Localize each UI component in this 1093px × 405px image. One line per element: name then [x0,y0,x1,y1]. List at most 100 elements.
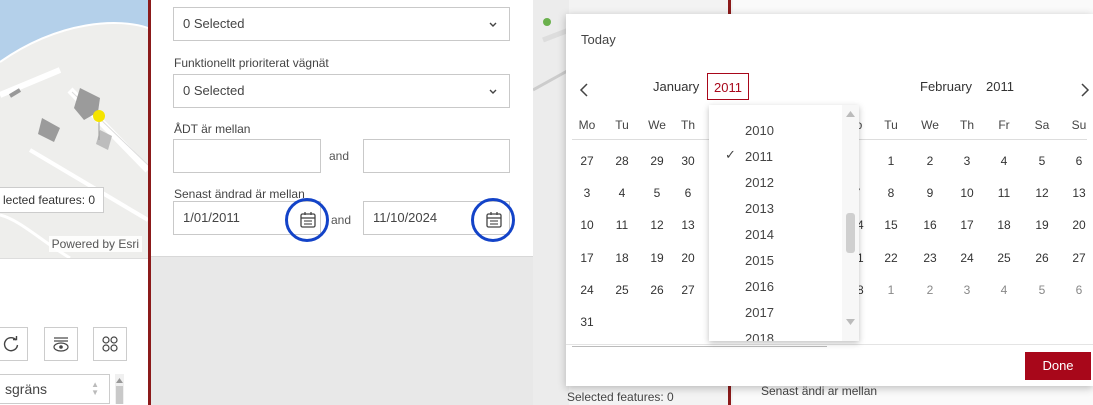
map-marker[interactable] [93,110,105,122]
weekday-header: Th [680,118,695,132]
day-cell[interactable]: 6 [673,186,703,200]
layer-select[interactable]: sgräns ▲ ▼ [0,374,110,404]
day-cell[interactable]: 8 [876,186,906,200]
date-and-label: and [331,213,352,227]
last-modified-label: Senast ändrad är mellan [174,187,305,201]
day-cell[interactable]: 16 [915,218,945,232]
day-cell[interactable]: 2 [915,154,945,168]
day-cell[interactable]: 4 [607,186,637,200]
day-cell[interactable]: 26 [1027,251,1057,265]
left-year-select[interactable]: 2011 [707,73,749,100]
day-cell[interactable]: 3 [952,283,982,297]
day-cell[interactable]: 31 [572,315,602,329]
day-cell[interactable]: 20 [1064,218,1093,232]
day-cell[interactable]: 27 [572,154,602,168]
chevron-right-icon [1081,83,1090,97]
day-cell[interactable]: 5 [642,186,672,200]
left-panel: lected features: 0 Powered by Esri sgrän… [0,0,148,405]
day-cell[interactable]: 3 [572,186,602,200]
chevron-left-icon [579,83,588,97]
day-cell[interactable]: 22 [876,251,906,265]
day-cell[interactable]: 10 [952,186,982,200]
year-option[interactable]: 2010 [745,123,774,138]
day-cell[interactable]: 29 [642,154,672,168]
day-cell[interactable]: 5 [1027,283,1057,297]
day-cell[interactable]: 18 [607,251,637,265]
day-cell[interactable]: 24 [572,283,602,297]
day-cell[interactable]: 10 [572,218,602,232]
day-cell[interactable]: 27 [673,283,703,297]
weekday-header: Tu [615,118,629,132]
right-month-label[interactable]: February [920,79,972,94]
day-cell[interactable]: 24 [952,251,982,265]
today-button[interactable]: Today [581,32,616,47]
day-cell[interactable]: 12 [642,218,672,232]
year-option[interactable]: 2017 [745,305,774,320]
weekday-header: Th [959,118,974,132]
left-month-label[interactable]: January [653,79,699,94]
done-button[interactable]: Done [1025,352,1091,380]
prev-month-button[interactable] [578,82,590,102]
year-dropdown[interactable]: 2010 2011 ✓ 2012 2013 2014 2015 2016 2017 2018 [709,105,859,341]
date-to-value: 11/10/2024 [373,210,438,225]
day-cell[interactable]: 28 [607,154,637,168]
day-cell[interactable]: 25 [607,283,637,297]
day-cell[interactable]: 19 [1027,218,1057,232]
day-cell[interactable]: 11 [607,218,637,232]
year-option[interactable]: 2016 [745,279,774,294]
day-cell[interactable]: 6 [1064,154,1093,168]
divider [0,258,148,259]
weekday-header: Su [1071,118,1087,132]
day-cell[interactable]: 23 [915,251,945,265]
year-option[interactable]: 2011 [745,149,773,164]
scrollbar-thumb[interactable] [846,213,855,253]
day-cell[interactable]: 15 [876,218,906,232]
year-option[interactable]: 2015 [745,253,774,268]
dropdown-scrollbar[interactable] [842,105,859,341]
next-month-button[interactable] [1079,82,1091,102]
day-cell[interactable]: 9 [915,186,945,200]
refresh-icon [3,336,19,352]
grid-divider [572,139,710,140]
visibility-layers-icon [53,337,69,352]
day-cell[interactable]: 4 [989,283,1019,297]
day-cell[interactable]: 17 [952,218,982,232]
grid-view-button[interactable] [93,327,127,361]
map-view[interactable]: lected features: 0 Powered by Esri [0,0,148,258]
refresh-button[interactable] [0,327,28,361]
day-cell[interactable]: 25 [989,251,1019,265]
right-year-label[interactable]: 2011 [986,79,1014,94]
scrollbar[interactable] [112,374,126,404]
day-cell[interactable]: 1 [876,154,906,168]
year-option[interactable]: 2012 [745,175,774,190]
layer-visibility-button[interactable] [44,327,78,361]
day-cell[interactable]: 20 [673,251,703,265]
highlight-circle [285,198,329,242]
panel-footer-area [151,256,533,405]
day-cell[interactable]: 26 [642,283,672,297]
adt-from-input[interactable] [173,139,321,173]
day-cell[interactable]: 2 [915,283,945,297]
year-option[interactable]: 2013 [745,201,774,216]
day-cell[interactable]: 30 [673,154,703,168]
day-cell[interactable]: 19 [642,251,672,265]
adt-to-input[interactable] [363,139,510,173]
esri-attribution[interactable]: Powered by Esri [48,236,142,252]
top-select[interactable]: 0 Selected [173,7,510,41]
day-cell[interactable]: 5 [1027,154,1057,168]
day-cell[interactable]: 6 [1064,283,1093,297]
day-cell[interactable]: 12 [1027,186,1057,200]
year-option[interactable]: 2018 [745,331,774,341]
day-cell[interactable]: 13 [1064,186,1093,200]
day-cell[interactable]: 18 [989,218,1019,232]
day-cell[interactable]: 1 [876,283,906,297]
day-cell[interactable]: 3 [952,154,982,168]
top-select-value: 0 Selected [183,16,245,31]
prioritized-network-select[interactable]: 0 Selected [173,74,510,108]
day-cell[interactable]: 27 [1064,251,1093,265]
year-option[interactable]: 2014 [745,227,774,242]
day-cell[interactable]: 11 [989,186,1019,200]
day-cell[interactable]: 13 [673,218,703,232]
day-cell[interactable]: 4 [989,154,1019,168]
day-cell[interactable]: 17 [572,251,602,265]
